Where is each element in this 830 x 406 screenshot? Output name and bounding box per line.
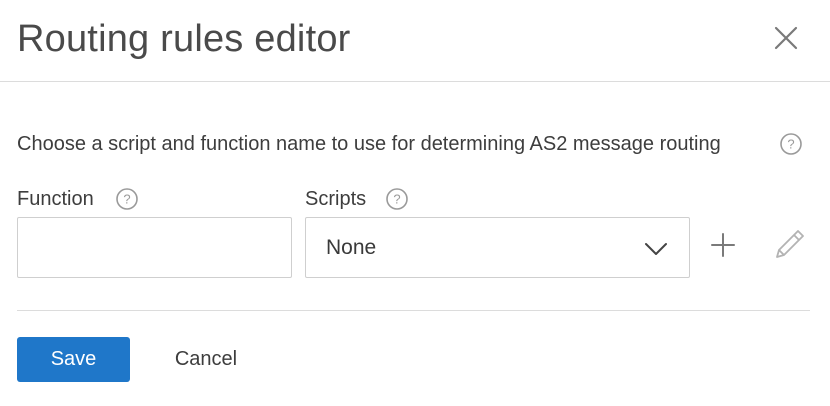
dialog-title: Routing rules editor — [17, 18, 351, 60]
function-input[interactable] — [17, 217, 292, 278]
help-circle-icon: ? — [116, 188, 138, 210]
cancel-button[interactable]: Cancel — [158, 337, 254, 382]
function-label: Function — [17, 188, 94, 210]
edit-script-button[interactable] — [772, 226, 808, 262]
svg-text:?: ? — [123, 192, 130, 207]
help-circle-icon: ? — [780, 133, 802, 155]
svg-text:?: ? — [393, 192, 400, 207]
footer-divider — [17, 310, 810, 311]
dialog-header: Routing rules editor — [0, 0, 830, 82]
close-button[interactable] — [770, 22, 802, 54]
svg-text:?: ? — [787, 137, 794, 152]
scripts-select[interactable]: None — [305, 217, 690, 278]
pencil-icon — [776, 230, 804, 258]
description-text: Choose a script and function name to use… — [17, 133, 721, 155]
scripts-label: Scripts — [305, 188, 367, 210]
save-button[interactable]: Save — [17, 337, 130, 382]
add-script-button[interactable] — [708, 230, 738, 260]
help-circle-icon: ? — [386, 188, 408, 210]
routing-rules-dialog: Routing rules editor Choose a script and… — [0, 0, 830, 406]
scripts-help-button[interactable]: ? — [386, 188, 408, 215]
scripts-selected-value: None — [326, 236, 377, 259]
description-help-button[interactable]: ? — [780, 133, 802, 160]
function-help-button[interactable]: ? — [116, 188, 138, 215]
close-icon — [774, 26, 798, 50]
chevron-down-icon — [645, 243, 667, 255]
plus-icon — [711, 233, 735, 257]
